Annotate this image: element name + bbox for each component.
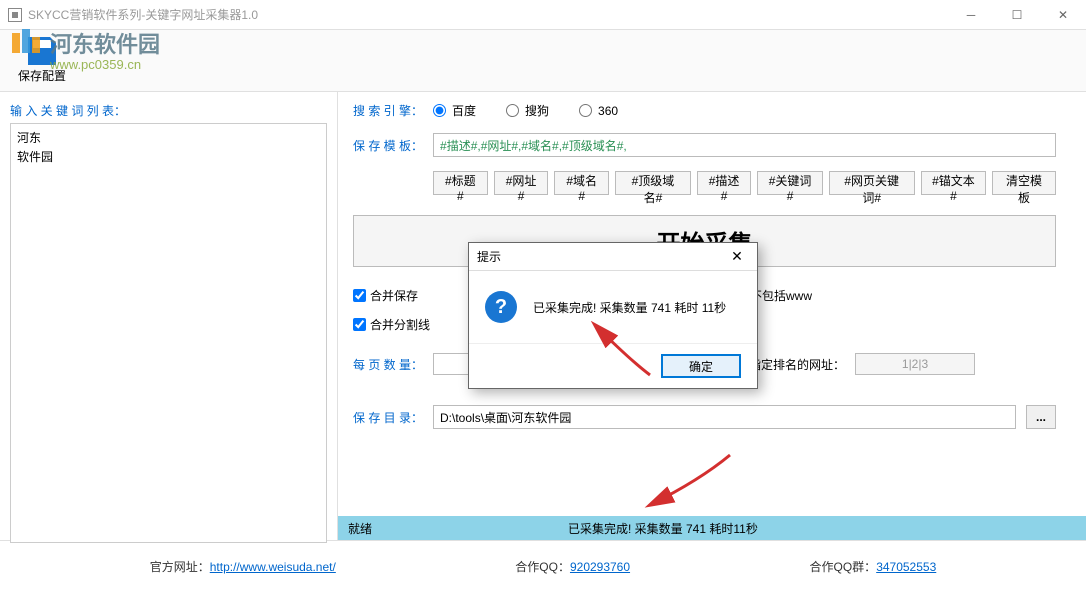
keyword-item[interactable]: 软件园 <box>15 147 322 166</box>
window-controls: ─ ☐ ✕ <box>948 0 1086 30</box>
save-dir-label: 保 存 目 录： <box>353 409 423 426</box>
dialog-title-text: 提示 <box>477 248 501 265</box>
template-btn-url[interactable]: #网址# <box>494 171 549 195</box>
template-label: 保 存 模 板： <box>353 137 423 154</box>
maximize-button[interactable]: ☐ <box>994 0 1040 30</box>
status-message: 已采集完成! 采集数量 741 耗时11秒 <box>568 520 1086 537</box>
dialog-body: ? 已采集完成! 采集数量 741 耗时 11秒 <box>469 271 757 343</box>
toolbar: 保存配置 <box>0 30 1086 92</box>
qq-link[interactable]: 920293760 <box>570 560 630 574</box>
page-count-label: 每 页 数 量： <box>353 356 423 373</box>
template-btn-keyword[interactable]: #关键词# <box>757 171 822 195</box>
save-config-button[interactable]: 保存配置 <box>10 33 74 88</box>
keyword-list-label: 输 入 关 键 词 列 表： <box>10 102 327 119</box>
browse-button[interactable]: ... <box>1026 405 1056 429</box>
checkbox-merge-divider[interactable]: 合并分割线 <box>353 316 430 333</box>
template-btn-domain[interactable]: #域名# <box>554 171 609 195</box>
search-engine-label: 搜 索 引 擎： <box>353 102 423 119</box>
template-btn-anchor[interactable]: #锚文本# <box>921 171 986 195</box>
template-input[interactable] <box>433 133 1056 157</box>
search-engine-group: 百度 搜狗 360 <box>433 102 618 119</box>
template-btn-desc[interactable]: #描述# <box>697 171 752 195</box>
radio-360[interactable]: 360 <box>579 102 618 119</box>
app-icon <box>8 8 22 22</box>
dialog-message: 已采集完成! 采集数量 741 耗时 11秒 <box>533 299 726 316</box>
keyword-list[interactable]: 河东 软件园 <box>10 123 327 543</box>
site-link[interactable]: http://www.weisuda.net/ <box>210 560 336 574</box>
window-title: SKYCC营销软件系列-关键字网址采集器1.0 <box>28 6 258 23</box>
qqgroup-link[interactable]: 347052553 <box>876 560 936 574</box>
dialog-titlebar[interactable]: 提示 ✕ <box>469 243 757 271</box>
footer-site: 官方网址：http://www.weisuda.net/ <box>150 558 336 575</box>
template-btn-title[interactable]: #标题# <box>433 171 488 195</box>
template-btn-tld[interactable]: #顶级域名# <box>615 171 691 195</box>
sidebar: 输 入 关 键 词 列 表： 河东 软件园 <box>0 92 338 540</box>
info-icon: ? <box>485 291 517 323</box>
save-dir-input[interactable] <box>433 405 1016 429</box>
dialog-footer: 确定 <box>469 343 757 388</box>
footer-qqgroup: 合作QQ群：347052553 <box>810 558 937 575</box>
titlebar: SKYCC营销软件系列-关键字网址采集器1.0 ─ ☐ ✕ <box>0 0 1086 30</box>
dialog-close-button[interactable]: ✕ <box>725 247 749 267</box>
template-btn-page-kw[interactable]: #网页关键词# <box>829 171 915 195</box>
template-buttons: #标题# #网址# #域名# #顶级域名# #描述# #关键词# #网页关键词#… <box>433 171 1056 195</box>
template-btn-clear[interactable]: 清空模板 <box>992 171 1056 195</box>
status-ready: 就绪 <box>338 520 568 537</box>
radio-sogou[interactable]: 搜狗 <box>506 102 549 119</box>
footer-qq: 合作QQ：920293760 <box>515 558 630 575</box>
footer: 官方网址：http://www.weisuda.net/ 合作QQ：920293… <box>0 540 1086 592</box>
save-config-label: 保存配置 <box>18 67 66 84</box>
rank-filter-input[interactable] <box>855 353 975 375</box>
close-button[interactable]: ✕ <box>1040 0 1086 30</box>
status-bar: 就绪 已采集完成! 采集数量 741 耗时11秒 <box>338 516 1086 540</box>
keyword-item[interactable]: 河东 <box>15 128 322 147</box>
dialog-ok-button[interactable]: 确定 <box>661 354 741 378</box>
radio-baidu[interactable]: 百度 <box>433 102 476 119</box>
checkbox-merge-save[interactable]: 合并保存 <box>353 287 418 304</box>
minimize-button[interactable]: ─ <box>948 0 994 30</box>
message-dialog: 提示 ✕ ? 已采集完成! 采集数量 741 耗时 11秒 确定 <box>468 242 758 389</box>
save-icon <box>28 37 56 65</box>
